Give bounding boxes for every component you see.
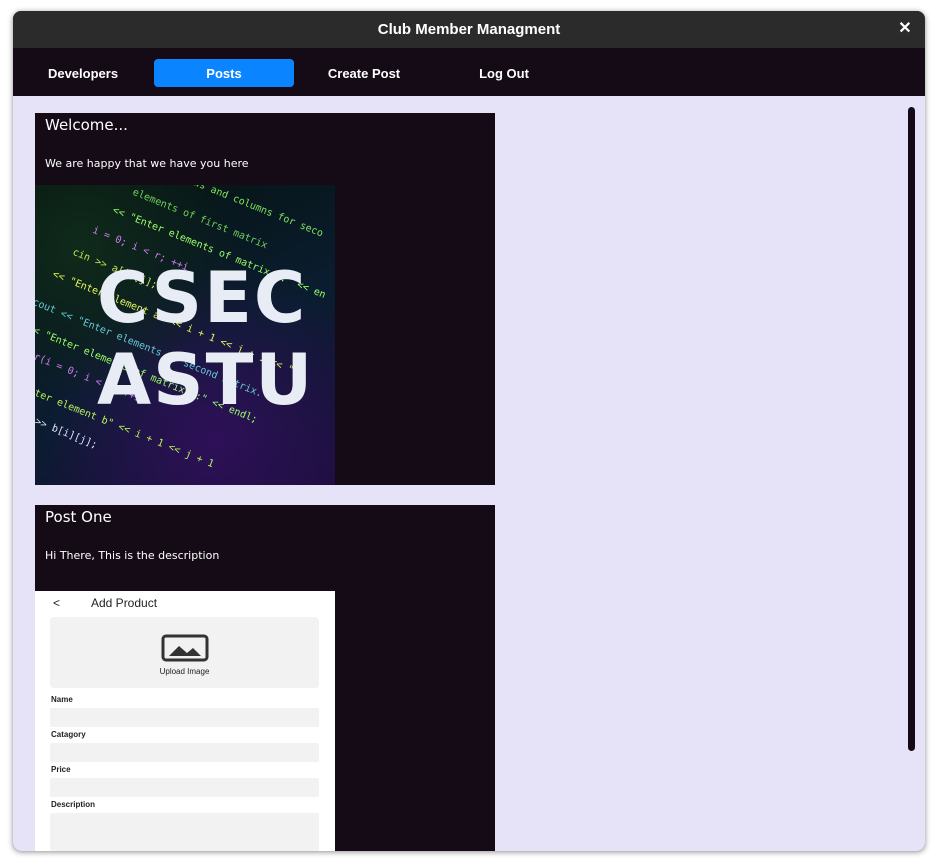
- field-label: Catagory: [51, 730, 86, 739]
- nav-posts[interactable]: Posts: [154, 59, 294, 87]
- post-title: Post One: [45, 508, 112, 526]
- window-title: Club Member Managment: [377, 21, 561, 38]
- field-box: [50, 778, 319, 797]
- nav-developers[interactable]: Developers: [13, 59, 153, 87]
- posts-list: Welcome... We are happy that we have you…: [13, 96, 925, 851]
- nav-create-post[interactable]: Create Post: [294, 59, 434, 87]
- post-title: Welcome...: [45, 116, 128, 134]
- form-heading: Add Product: [91, 596, 158, 610]
- app-window: Club Member Managment ✕ Developers Posts…: [13, 11, 925, 851]
- field-box: [50, 743, 319, 762]
- upload-label: Upload Image: [159, 667, 210, 676]
- code-line: rows and columns for seco: [180, 185, 325, 240]
- logo-text: CSEC: [97, 257, 308, 339]
- scrollbar[interactable]: [908, 107, 915, 751]
- post-description: We are happy that we have you here: [45, 157, 249, 170]
- post-image: < Add Product Upload Image Name Catagory…: [35, 591, 335, 851]
- upload-box: Upload Image: [50, 617, 319, 688]
- title-bar: Club Member Managment ✕: [13, 11, 925, 48]
- field-label: Price: [51, 765, 71, 774]
- field-label: Description: [51, 800, 96, 809]
- field-label: Name: [51, 695, 73, 704]
- nav-log-out[interactable]: Log Out: [434, 59, 574, 87]
- close-icon[interactable]: ✕: [895, 19, 915, 39]
- image-icon: [161, 634, 209, 662]
- post-card: Post One Hi There, This is the descripti…: [35, 505, 495, 851]
- nav-bar: Developers Posts Create Post Log Out: [13, 48, 925, 96]
- post-image: rows and columns for seco elements of fi…: [35, 185, 335, 485]
- field-box: [50, 708, 319, 727]
- logo-text: ASTU: [97, 339, 315, 421]
- back-icon: <: [53, 596, 61, 610]
- field-box: [50, 813, 319, 851]
- post-description: Hi There, This is the description: [45, 549, 220, 562]
- post-card: Welcome... We are happy that we have you…: [35, 113, 495, 485]
